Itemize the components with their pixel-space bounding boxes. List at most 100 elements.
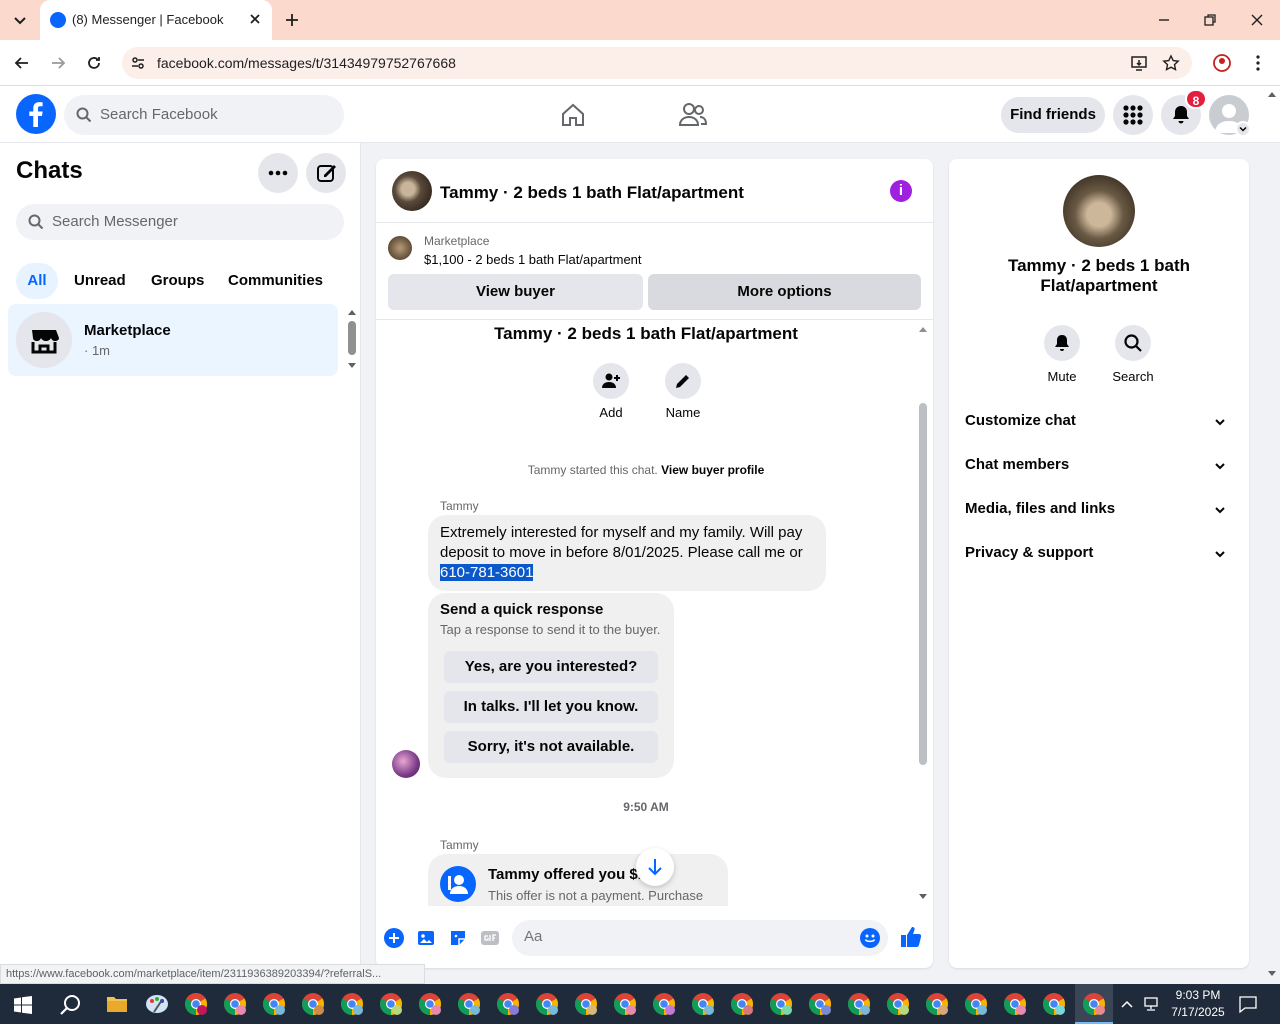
left-scroll-up-icon[interactable] [347, 308, 357, 316]
search-in-chat-action[interactable]: Search [1103, 325, 1163, 384]
quick-reply-not-available[interactable]: Sorry, it's not available. [444, 731, 658, 763]
chats-options-button[interactable] [258, 153, 298, 193]
facebook-logo-icon[interactable] [16, 94, 56, 134]
active-chrome-taskbar-item[interactable] [1075, 984, 1113, 1024]
taskbar-clock-time[interactable]: 9:03 PM [1168, 988, 1228, 1002]
page-scroll-down-icon[interactable] [1267, 970, 1277, 978]
tab-close-icon[interactable] [248, 12, 262, 26]
sticker-icon[interactable] [448, 928, 468, 948]
view-buyer-profile-link[interactable]: View buyer profile [661, 463, 764, 477]
taskbar-clock-date[interactable]: 7/17/2025 [1164, 1005, 1232, 1019]
chrome-profile-icon[interactable] [729, 991, 755, 1017]
message-bubble[interactable]: Extremely interested for myself and my f… [428, 515, 826, 591]
filter-unread[interactable]: Unread [74, 263, 126, 299]
friends-icon[interactable] [678, 101, 708, 129]
site-info-icon[interactable] [129, 54, 147, 72]
find-friends-button[interactable]: Find friends [1001, 97, 1105, 133]
chrome-profile-icon[interactable] [300, 991, 326, 1017]
info-avatar[interactable] [1063, 175, 1135, 247]
network-icon[interactable] [1142, 996, 1160, 1012]
tab-search-chevron-icon[interactable] [10, 10, 30, 30]
conversation-info-icon[interactable]: i [890, 180, 912, 202]
menu-grid-button[interactable] [1113, 95, 1153, 135]
forward-arrow-icon[interactable] [48, 53, 68, 73]
filter-communities[interactable]: Communities [228, 263, 323, 299]
chrome-profile-icon[interactable] [534, 991, 560, 1017]
new-tab-plus-icon[interactable] [283, 11, 301, 29]
messenger-search-input[interactable]: Search Messenger [16, 204, 344, 240]
attach-photo-icon[interactable] [416, 928, 436, 948]
windows-start-icon[interactable] [14, 996, 32, 1014]
chrome-profile-icon[interactable] [222, 991, 248, 1017]
name-action[interactable]: Name [653, 363, 713, 420]
conversation-avatar[interactable] [392, 171, 432, 211]
message-list[interactable]: Tammy · 2 beds 1 bath Flat/apartment Add… [376, 321, 933, 906]
install-app-icon[interactable] [1130, 54, 1148, 72]
quick-reply-yes[interactable]: Yes, are you interested? [444, 651, 658, 683]
browser-menu-icon[interactable] [1250, 53, 1266, 73]
chrome-profile-icon[interactable] [768, 991, 794, 1017]
filter-groups[interactable]: Groups [151, 263, 204, 299]
chrome-profile-icon[interactable] [963, 991, 989, 1017]
section-privacy-support[interactable]: Privacy & support [965, 533, 1235, 573]
chrome-profile-icon[interactable] [495, 991, 521, 1017]
phone-number-link[interactable]: 610-781-3601 [440, 564, 534, 581]
section-chat-members[interactable]: Chat members [965, 445, 1235, 485]
chrome-profile-icon[interactable] [690, 991, 716, 1017]
conversation-title[interactable]: Tammy · 2 beds 1 bath Flat/apartment [440, 183, 744, 203]
section-media-files-links[interactable]: Media, files and links [965, 489, 1235, 529]
mute-action[interactable]: Mute [1032, 325, 1092, 384]
emoji-icon[interactable] [860, 928, 880, 948]
chrome-profile-icon[interactable] [573, 991, 599, 1017]
listing-thumbnail[interactable] [388, 236, 412, 260]
view-buyer-button[interactable]: View buyer [388, 274, 643, 310]
gif-icon[interactable] [480, 928, 500, 948]
chat-item-marketplace[interactable]: Marketplace · 1m [8, 304, 338, 376]
notification-center-icon[interactable] [1238, 995, 1258, 1013]
filter-all[interactable]: All [16, 263, 58, 299]
message-input[interactable] [512, 920, 888, 956]
listing-price-title[interactable]: $1,100 - 2 beds 1 bath Flat/apartment [424, 252, 642, 267]
scroll-to-bottom-button[interactable] [636, 848, 674, 886]
left-scroll-down-icon[interactable] [347, 362, 357, 370]
like-thumbs-up-icon[interactable] [900, 926, 922, 948]
window-close-icon[interactable] [1249, 12, 1265, 28]
chrome-profile-icon[interactable] [924, 991, 950, 1017]
file-explorer-icon[interactable] [106, 994, 128, 1014]
chrome-profile-icon[interactable] [846, 991, 872, 1017]
section-customize-chat[interactable]: Customize chat [965, 401, 1235, 441]
profile-icon[interactable] [1212, 53, 1232, 73]
chrome-profile-icon[interactable] [183, 991, 209, 1017]
message-input-field[interactable] [524, 928, 844, 945]
chrome-profile-icon[interactable] [612, 991, 638, 1017]
more-options-button[interactable]: More options [648, 274, 921, 310]
window-minimize-icon[interactable] [1156, 12, 1172, 28]
facebook-search-input[interactable]: Search Facebook [64, 95, 344, 135]
chrome-profile-icon[interactable] [1041, 991, 1067, 1017]
chrome-profile-icon[interactable] [885, 991, 911, 1017]
chrome-profile-icon[interactable] [417, 991, 443, 1017]
paint-app-icon[interactable] [144, 992, 170, 1016]
more-actions-plus-icon[interactable] [384, 928, 404, 948]
conversation-scrollbar-thumb[interactable] [919, 403, 927, 765]
taskbar-search-icon[interactable] [60, 994, 82, 1016]
back-arrow-icon[interactable] [12, 53, 32, 73]
chrome-profile-icon[interactable] [456, 991, 482, 1017]
account-chevron-icon[interactable] [1235, 121, 1251, 137]
bookmark-star-icon[interactable] [1162, 54, 1180, 72]
browser-tab-messenger[interactable]: (8) Messenger | Facebook [40, 0, 272, 40]
chrome-profile-icon[interactable] [339, 991, 365, 1017]
chrome-profile-icon[interactable] [261, 991, 287, 1017]
chrome-profile-icon[interactable] [651, 991, 677, 1017]
sender-avatar[interactable] [392, 750, 420, 778]
home-icon[interactable] [559, 101, 587, 129]
window-restore-icon[interactable] [1202, 12, 1218, 28]
add-people-action[interactable]: Add [581, 363, 641, 420]
omnibox[interactable]: facebook.com/messages/t/3143497975276766… [122, 47, 1192, 79]
quick-reply-in-talks[interactable]: In talks. I'll let you know. [444, 691, 658, 723]
chrome-profile-icon[interactable] [807, 991, 833, 1017]
offer-card[interactable]: Tammy offered you $1, This offer is not … [428, 854, 728, 906]
tray-chevron-up-icon[interactable] [1120, 998, 1134, 1010]
conv-scroll-down-icon[interactable] [918, 893, 928, 901]
conv-scroll-up-icon[interactable] [918, 325, 928, 333]
